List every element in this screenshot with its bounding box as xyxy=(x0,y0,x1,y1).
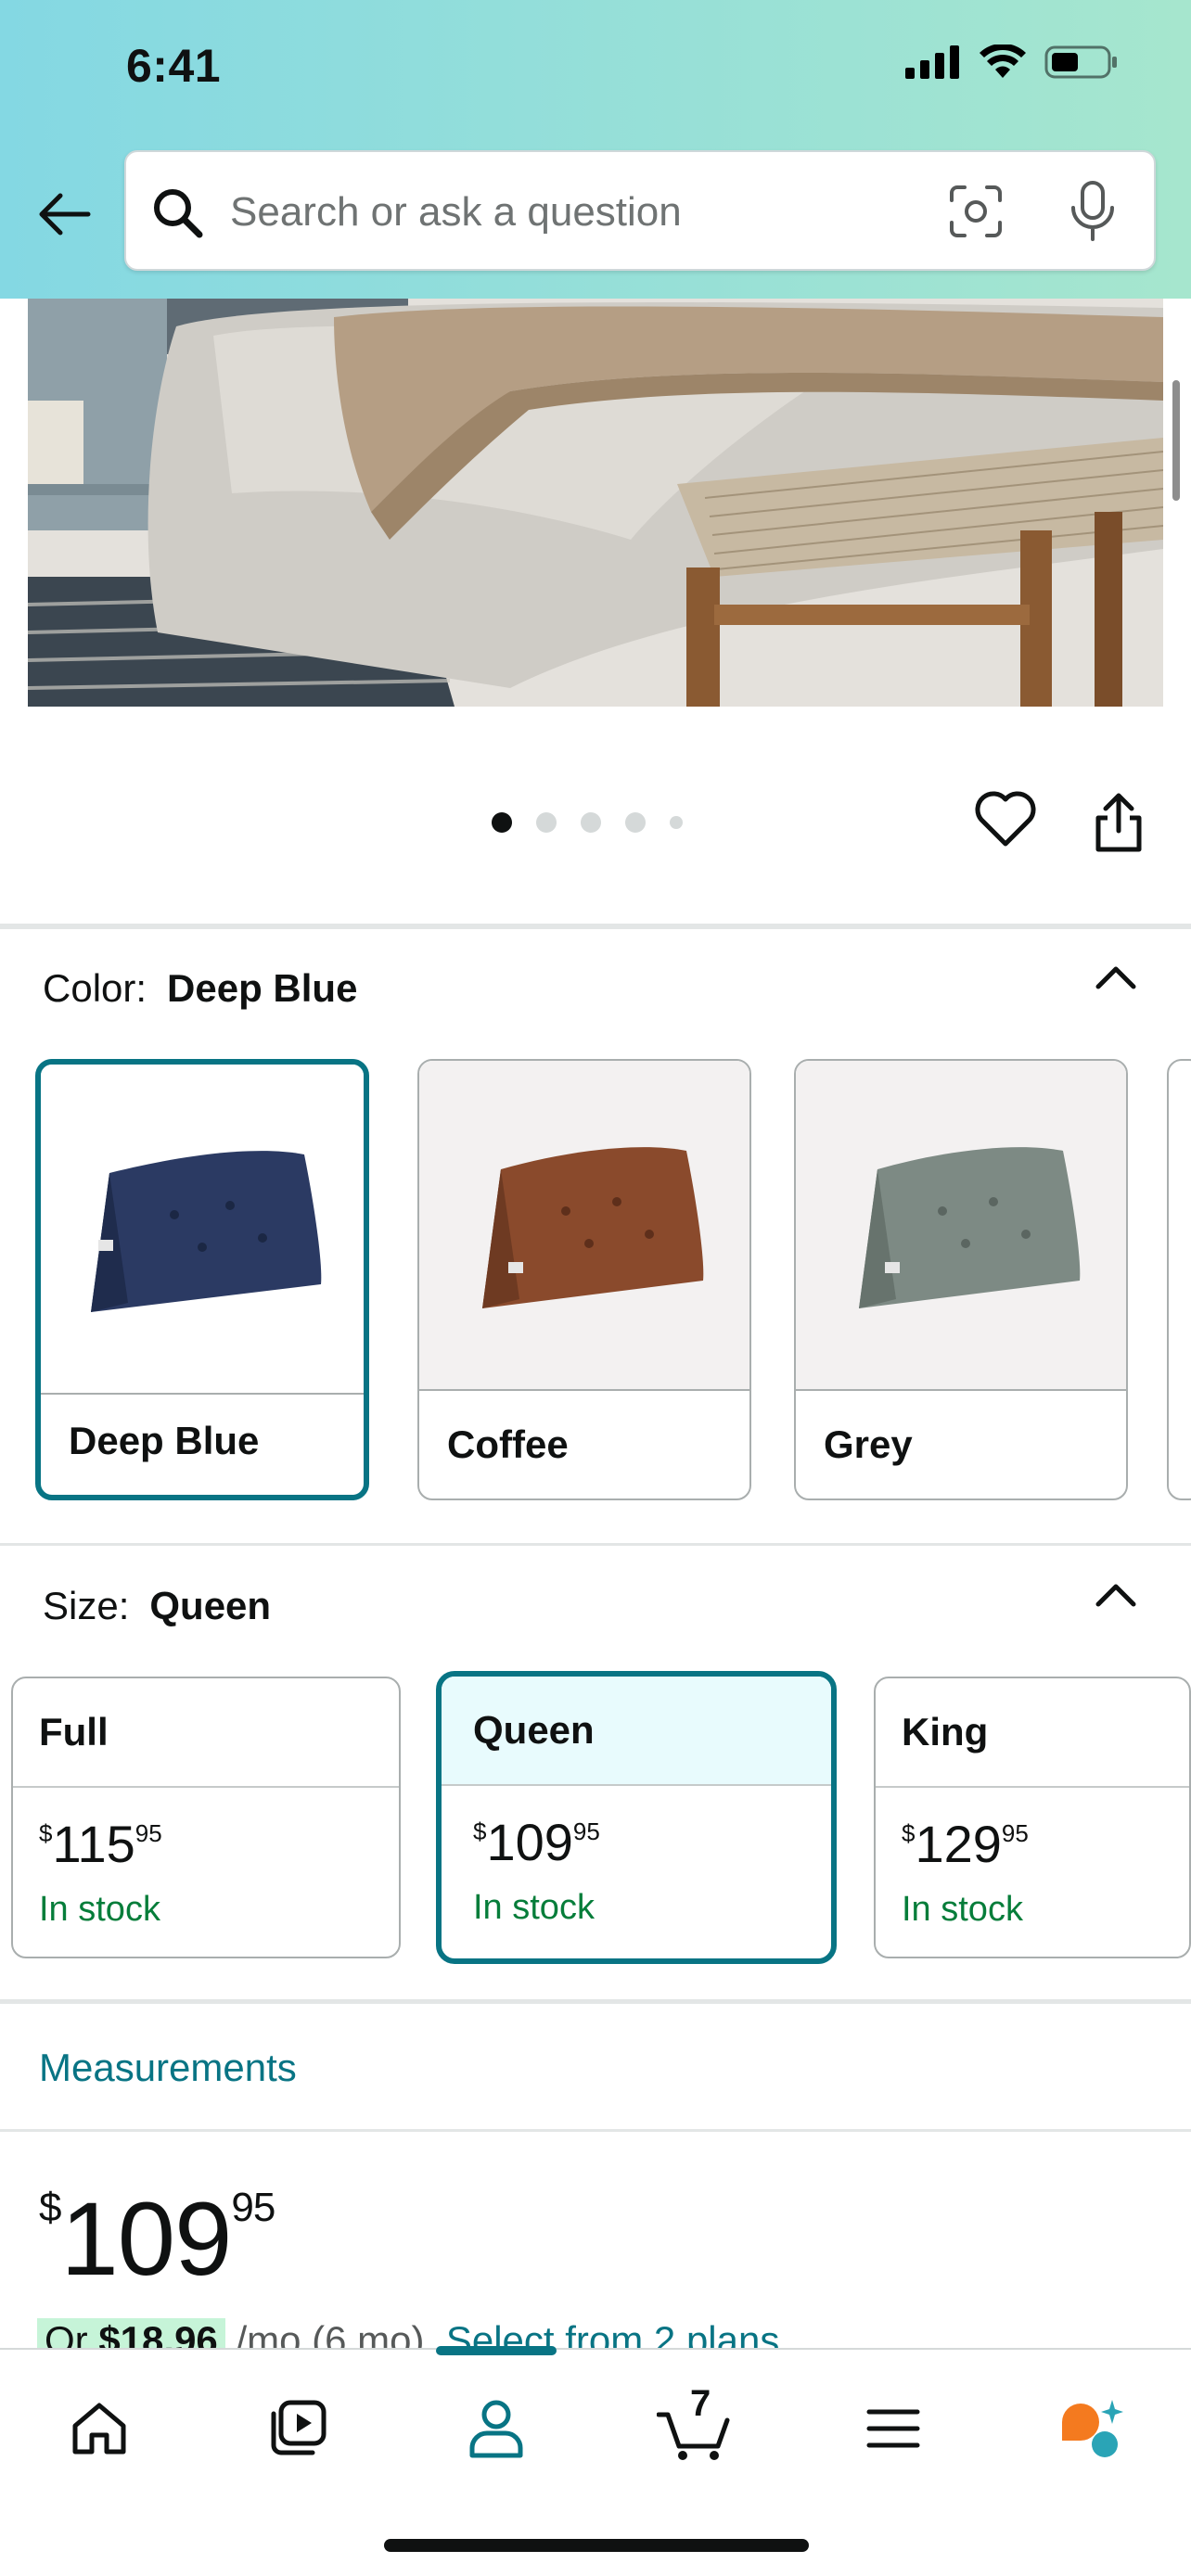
size-selected-value: Queen xyxy=(149,1584,272,1627)
color-option-label: Deep Blue xyxy=(69,1419,260,1462)
color-option-coffee[interactable]: Coffee xyxy=(417,1059,751,1500)
wedge-pillow-image xyxy=(91,1151,322,1312)
size-option-price: $12995 xyxy=(902,1815,1029,1873)
stock-status: In stock xyxy=(902,1890,1023,1929)
wedge-pillow-image xyxy=(859,1147,1081,1308)
pagination-dot[interactable] xyxy=(581,812,601,833)
chevron-up-icon[interactable] xyxy=(1095,963,1137,990)
cart-count-badge: 7 xyxy=(690,2383,711,2424)
status-time: 6:41 xyxy=(126,40,222,92)
pillow-image xyxy=(796,1061,1126,1391)
search-input[interactable]: Search or ask a question xyxy=(230,189,682,236)
size-option-name: Full xyxy=(13,1678,399,1788)
color-option-deep-blue[interactable]: Deep Blue xyxy=(35,1059,369,1500)
signal-icon xyxy=(905,45,959,79)
pagination-dot[interactable] xyxy=(536,812,557,833)
nav-video[interactable] xyxy=(256,2387,339,2470)
pagination-dot[interactable] xyxy=(670,816,683,829)
color-option-partial[interactable] xyxy=(1167,1059,1191,1500)
size-label: Size: xyxy=(43,1584,130,1627)
wifi-icon xyxy=(980,45,1026,78)
video-icon xyxy=(271,2400,327,2455)
size-option-price: $11595 xyxy=(39,1815,162,1873)
section-divider xyxy=(0,1999,1191,2004)
pagination-dot[interactable] xyxy=(492,812,512,833)
home-icon xyxy=(72,2403,126,2455)
pagination-dot[interactable] xyxy=(625,812,646,833)
color-option-grey[interactable]: Grey xyxy=(794,1059,1128,1500)
stock-status: In stock xyxy=(473,1888,595,1927)
account-icon xyxy=(469,2400,523,2458)
pillow-image xyxy=(41,1065,364,1395)
stock-status: In stock xyxy=(39,1890,160,1929)
size-label-row: Size: Queen xyxy=(43,1584,271,1628)
microphone-icon[interactable] xyxy=(1067,180,1119,243)
size-option-full[interactable]: Full $11595 In stock xyxy=(11,1677,401,1958)
rufus-icon xyxy=(1062,2400,1123,2457)
size-option-king[interactable]: King $12995 In stock xyxy=(874,1677,1191,1958)
nav-menu[interactable] xyxy=(852,2387,935,2470)
measurements-link[interactable]: Measurements xyxy=(39,2046,297,2090)
nav-account[interactable] xyxy=(455,2387,538,2470)
scrollbar[interactable] xyxy=(1172,380,1180,501)
active-tab-indicator xyxy=(436,2346,557,2355)
size-option-queen[interactable]: Queen $10995 In stock xyxy=(436,1671,837,1964)
bedroom-photo xyxy=(28,299,1163,707)
status-icons xyxy=(905,45,1119,80)
nav-rufus[interactable] xyxy=(1050,2387,1133,2470)
section-divider xyxy=(0,1543,1191,1546)
section-divider xyxy=(0,924,1191,929)
heart-icon xyxy=(975,791,1036,847)
size-option-price: $10995 xyxy=(473,1813,600,1871)
back-button[interactable] xyxy=(32,182,96,247)
color-label-row: Color: Deep Blue xyxy=(43,966,357,1011)
camera-lens-icon[interactable] xyxy=(948,184,1004,239)
top-header: 6:41 Search or ask a question xyxy=(0,0,1191,299)
wedge-pillow-image xyxy=(482,1147,704,1308)
size-option-name: Queen xyxy=(442,1677,831,1786)
nav-cart[interactable]: 7 xyxy=(653,2383,736,2470)
home-indicator xyxy=(384,2539,809,2552)
search-bar[interactable]: Search or ask a question xyxy=(124,150,1156,271)
color-option-label: Coffee xyxy=(447,1422,569,1466)
chevron-up-icon[interactable] xyxy=(1095,1580,1137,1608)
search-icon xyxy=(154,189,203,238)
pillow-image xyxy=(419,1061,749,1391)
product-image[interactable] xyxy=(28,299,1163,707)
share-icon xyxy=(1095,793,1142,852)
section-divider xyxy=(0,2129,1191,2132)
size-option-name: King xyxy=(876,1678,1189,1788)
add-to-list-button[interactable] xyxy=(974,790,1037,852)
image-pagination-dots[interactable] xyxy=(492,812,683,833)
menu-icon xyxy=(866,2409,920,2448)
color-option-label: Grey xyxy=(824,1422,913,1466)
product-price: $10995 xyxy=(39,2181,275,2297)
back-arrow-icon xyxy=(39,193,91,236)
color-label: Color: xyxy=(43,966,147,1010)
color-selected-value: Deep Blue xyxy=(167,966,358,1010)
share-button[interactable] xyxy=(1093,790,1145,858)
nav-home[interactable] xyxy=(58,2387,141,2470)
battery-icon xyxy=(1044,45,1117,79)
